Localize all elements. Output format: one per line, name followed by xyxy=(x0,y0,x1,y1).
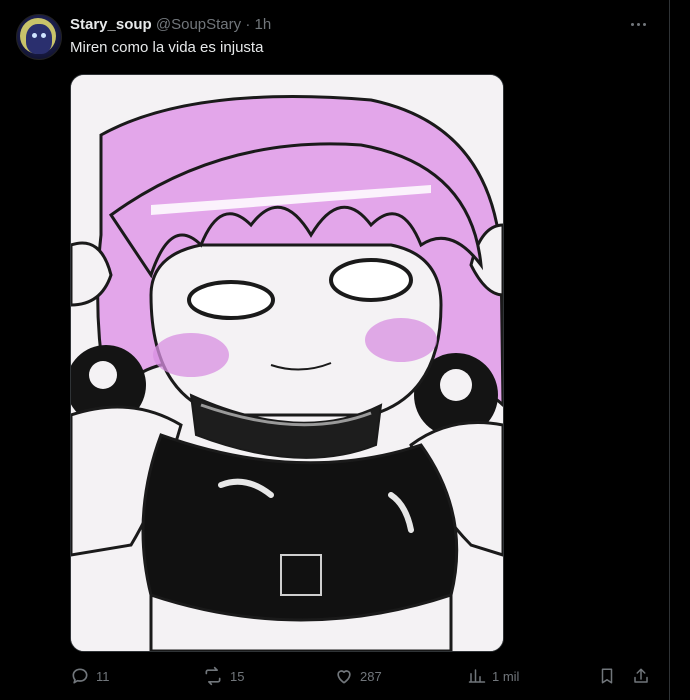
avatar-eye-right xyxy=(41,33,46,38)
tweet-media-image[interactable] xyxy=(70,74,504,652)
repost-count: 15 xyxy=(230,668,245,684)
share-button[interactable] xyxy=(632,662,650,690)
like-button[interactable]: 287 xyxy=(334,662,382,690)
more-dot-icon xyxy=(636,22,640,26)
heart-icon xyxy=(337,670,351,684)
user-handle[interactable]: @SoupStary xyxy=(156,16,241,33)
tweet-card[interactable]: Stary_soup @SoupStary · 1h Miren como la… xyxy=(0,0,670,700)
bookmark-icon xyxy=(601,668,613,684)
more-options-button[interactable] xyxy=(627,14,649,34)
share-icon xyxy=(634,668,648,683)
display-name[interactable]: Stary_soup xyxy=(70,16,152,33)
timestamp[interactable]: 1h xyxy=(255,16,272,33)
reply-count: 11 xyxy=(96,668,110,684)
separator-dot: · xyxy=(245,16,251,33)
avatar-eye-left xyxy=(32,33,37,38)
views-button[interactable]: 1 mil xyxy=(468,662,519,690)
tweet-header: Stary_soup @SoupStary · 1h xyxy=(70,15,271,35)
repost-button[interactable]: 15 xyxy=(202,662,244,690)
bookmark-button[interactable] xyxy=(598,662,616,690)
reply-icon xyxy=(72,668,88,684)
repost-icon xyxy=(205,666,221,686)
avatar[interactable] xyxy=(16,14,62,60)
analytics-icon xyxy=(468,669,486,683)
reply-button[interactable]: 11 xyxy=(70,662,110,690)
avatar-face xyxy=(26,24,52,54)
like-count: 287 xyxy=(360,668,382,684)
tweet-actions-bar: 11 15 287 1 mil xyxy=(70,662,660,690)
tweet-text: Miren como la vida es injusta xyxy=(70,39,264,56)
view-count: 1 mil xyxy=(492,668,520,684)
more-dot-icon xyxy=(630,22,634,26)
anime-girl-sketch-image xyxy=(71,75,503,651)
more-dot-icon xyxy=(642,22,646,26)
